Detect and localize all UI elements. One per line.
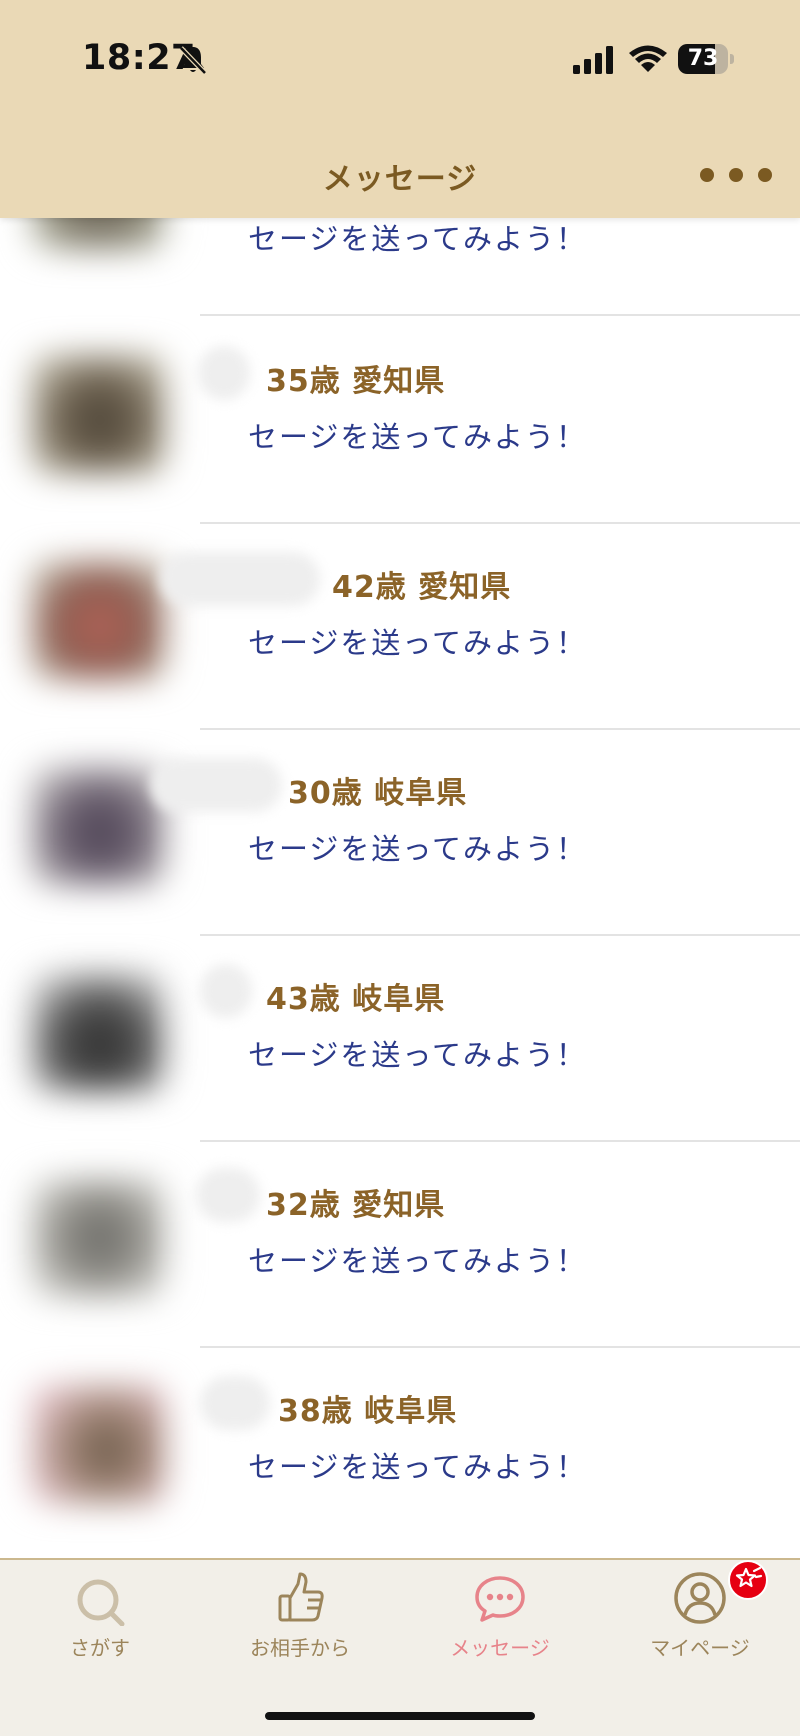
page-title: メッセージ (322, 162, 478, 197)
list-item[interactable]: 30歳 岐阜県 セージを送ってみよう！ (0, 730, 800, 936)
notification-badge (728, 1560, 768, 1600)
message-preview: セージを送ってみよう！ (248, 832, 587, 866)
tab-mypage[interactable]: マイページ (600, 1560, 800, 1680)
list-item[interactable]: 42歳 愛知県 セージを送ってみよう！ (0, 524, 800, 730)
star-icon (735, 1566, 763, 1588)
tab-search[interactable]: さがす (0, 1560, 200, 1680)
age-location: 35歳 愛知県 (266, 364, 446, 399)
list-item[interactable]: 38歳 岐阜県 セージを送ってみよう！ (0, 1348, 800, 1554)
blurred-name (160, 552, 320, 606)
message-preview: セージを送ってみよう！ (248, 1450, 587, 1484)
tab-search-label: さがす (70, 1636, 130, 1660)
message-preview: セージを送ってみよう！ (248, 626, 587, 660)
blurred-name (196, 1168, 260, 1222)
cellular-signal-icon (573, 46, 613, 74)
message-list[interactable]: セージを送ってみよう！ 35歳 愛知県 セージを送ってみよう！ 42歳 愛知県 … (0, 218, 800, 1558)
blurred-name (198, 346, 250, 400)
chat-bubble-icon (475, 1576, 525, 1622)
tab-bar: さがす お相手から メッセージ マイページ (0, 1558, 800, 1736)
blurred-name (200, 1376, 270, 1430)
blurred-name (200, 964, 252, 1018)
age-location: 43歳 岐阜県 (266, 982, 446, 1017)
message-preview: セージを送ってみよう！ (248, 1038, 587, 1072)
list-item[interactable]: 43歳 岐阜県 セージを送ってみよう！ (0, 936, 800, 1142)
list-item[interactable]: 35歳 愛知県 セージを送ってみよう！ (0, 318, 800, 524)
message-preview: セージを送ってみよう！ (248, 1244, 587, 1278)
age-location: 38歳 岐阜県 (278, 1394, 458, 1429)
top-bar: 18:27 73 メッセージ (0, 0, 800, 218)
thumbs-up-icon (278, 1572, 324, 1622)
list-item[interactable]: 32歳 愛知県 セージを送ってみよう！ (0, 1142, 800, 1348)
tab-messages[interactable]: メッセージ (400, 1560, 600, 1680)
tab-from-partner[interactable]: お相手から (200, 1560, 400, 1680)
blurred-name (150, 758, 282, 812)
search-icon (77, 1579, 125, 1626)
bell-off-icon (179, 46, 207, 75)
age-location: 30歳 岐阜県 (288, 776, 468, 811)
age-location: 42歳 愛知県 (332, 570, 512, 605)
message-preview: セージを送ってみよう！ (248, 222, 587, 256)
tab-messages-label: メッセージ (450, 1636, 550, 1660)
home-indicator (265, 1712, 535, 1720)
person-icon (674, 1572, 726, 1624)
tab-mypage-label: マイページ (650, 1636, 750, 1660)
list-item[interactable]: セージを送ってみよう！ (0, 218, 800, 316)
age-location: 32歳 愛知県 (266, 1188, 446, 1223)
tab-from-partner-label: お相手から (250, 1636, 350, 1660)
message-preview: セージを送ってみよう！ (248, 420, 587, 454)
battery-level: 73 (687, 46, 719, 71)
battery-indicator: 73 (678, 44, 734, 74)
more-dots-icon[interactable] (700, 160, 772, 190)
wifi-icon (629, 45, 667, 72)
